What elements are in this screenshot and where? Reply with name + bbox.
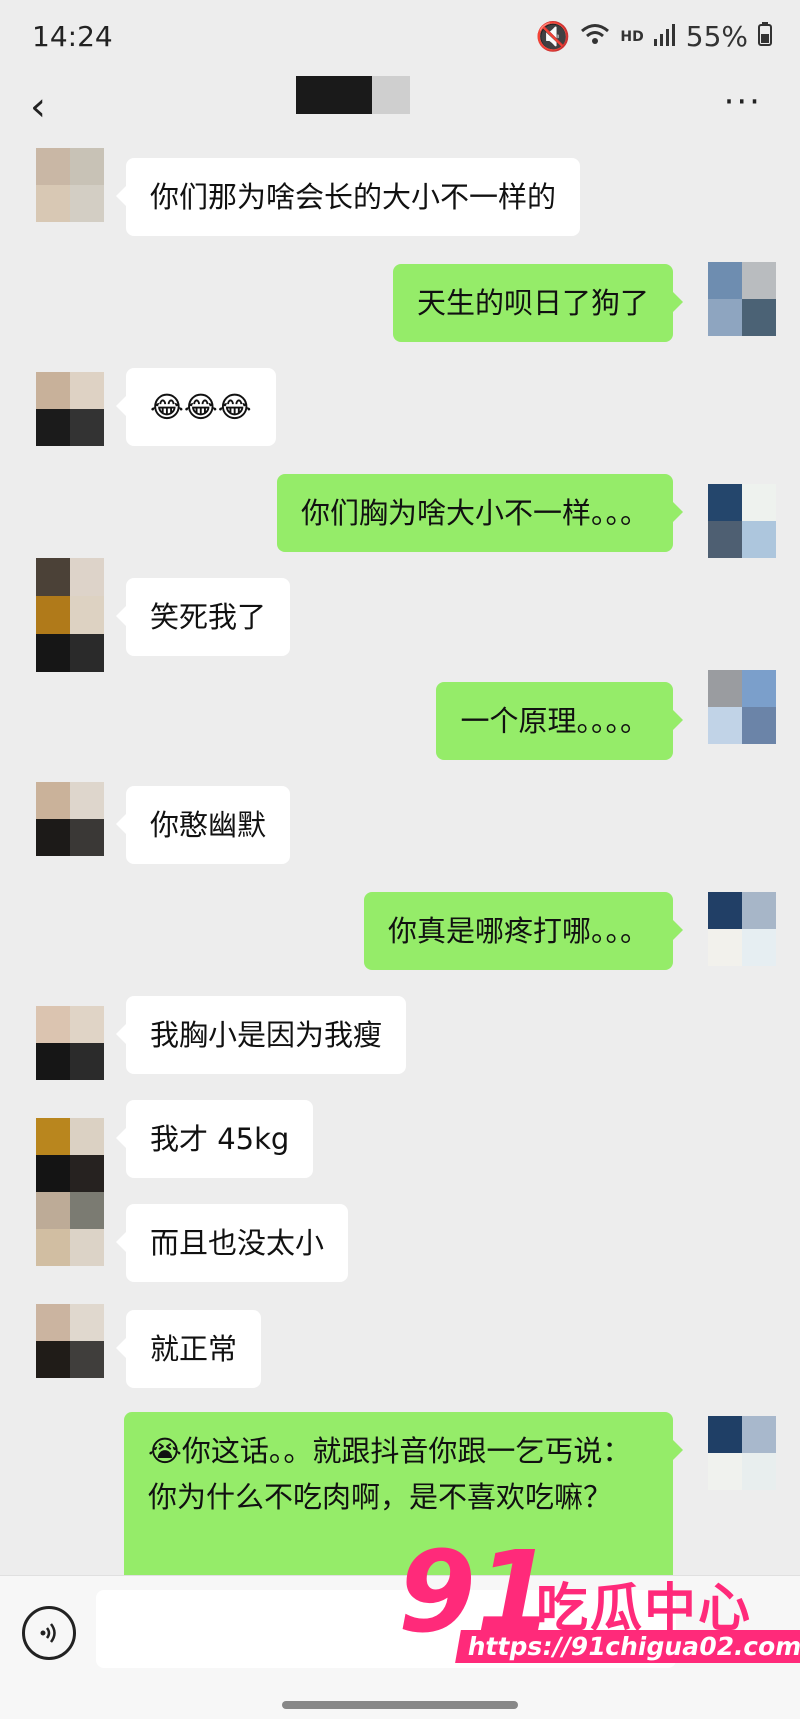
contact-name-redacted: [296, 76, 410, 114]
more-options-icon[interactable]: ···: [724, 82, 762, 122]
battery-percent: 55%: [685, 20, 748, 53]
wifi-icon: [580, 20, 610, 53]
message-bubble-incoming[interactable]: 而且也没太小: [115, 1204, 349, 1282]
message-bubble-incoming[interactable]: 就正常: [115, 1310, 262, 1388]
watermark-url: https://91chigua02.com: [455, 1630, 800, 1663]
avatar[interactable]: [36, 148, 104, 222]
avatar[interactable]: [36, 372, 104, 446]
chevron-left-icon[interactable]: ‹: [30, 84, 46, 130]
battery-icon: [758, 20, 772, 53]
avatar[interactable]: [36, 782, 104, 856]
message-bubble-outgoing[interactable]: 天生的呗日了狗了: [392, 264, 684, 342]
system-icons: 🔇 HD 55%: [536, 20, 772, 53]
chat-header: ‹ ···: [0, 70, 800, 150]
message-bubble-outgoing[interactable]: 一个原理。。。。: [436, 682, 683, 760]
avatar[interactable]: [36, 1192, 104, 1266]
avatar[interactable]: [708, 1416, 776, 1490]
message-bubble-incoming[interactable]: 你们那为啥会长的大小不一样的: [115, 158, 581, 236]
voice-icon[interactable]: [22, 1606, 76, 1660]
network-type: HD: [620, 28, 644, 45]
message-bubble-incoming[interactable]: 我才 45kg: [115, 1100, 314, 1178]
message-bubble-outgoing[interactable]: 你们胸为啥大小不一样。。。: [276, 474, 684, 552]
avatar[interactable]: [36, 1118, 104, 1192]
avatar[interactable]: [36, 1006, 104, 1080]
avatar[interactable]: [36, 1304, 104, 1378]
status-time: 14:24: [32, 20, 113, 53]
mute-icon: 🔇: [535, 20, 571, 53]
avatar[interactable]: [708, 262, 776, 336]
message-bubble-incoming[interactable]: 我胸小是因为我瘦: [115, 996, 407, 1074]
signal-icon: [653, 20, 676, 53]
message-bubble-incoming[interactable]: 😂😂😂: [116, 368, 276, 446]
message-bubble-incoming[interactable]: 你憨幽默: [115, 786, 291, 864]
avatar[interactable]: [708, 892, 776, 966]
home-indicator: [282, 1701, 518, 1709]
avatar[interactable]: [36, 558, 104, 672]
message-bubble-outgoing[interactable]: 你真是哪疼打哪。。。: [363, 892, 684, 970]
avatar[interactable]: [708, 670, 776, 744]
message-bubble-incoming[interactable]: 笑死我了: [115, 578, 291, 656]
watermark-logo: 91 吃瓜中心 https://91chigua02.com: [398, 1528, 800, 1688]
avatar[interactable]: [708, 484, 776, 558]
status-bar: 14:24 🔇 HD 55%: [0, 0, 800, 70]
